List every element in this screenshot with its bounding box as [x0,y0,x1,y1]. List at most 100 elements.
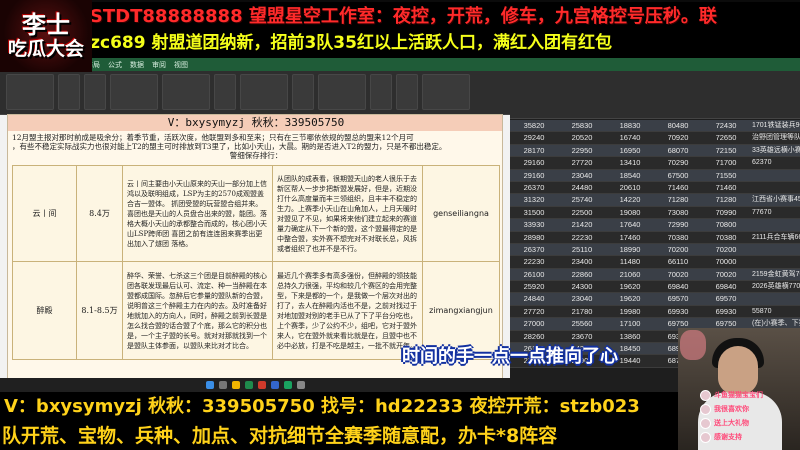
copy-button[interactable] [84,74,106,110]
grid-cell[interactable]: 21780 [558,306,606,317]
grid-cell[interactable]: 70920 [654,132,702,143]
menu-view[interactable]: 视图 [174,60,188,70]
number-group[interactable] [240,74,288,110]
grid-cell[interactable]: 33英雄远横小赛李关 [750,145,800,156]
grid-cell[interactable]: 62370 [750,157,800,168]
grid-cell[interactable]: 80480 [654,120,702,131]
settings-icon[interactable] [296,381,305,389]
grid-cell[interactable]: 31500 [510,207,558,218]
grid-cell[interactable]: 71460 [702,182,750,193]
grid-cell[interactable]: 68070 [654,145,702,156]
grid-cell[interactable]: 14220 [606,194,654,205]
grid-cell[interactable]: 16740 [606,132,654,143]
grid-cell[interactable]: 24840 [510,293,558,304]
cut-button[interactable] [58,74,80,110]
grid-cell[interactable]: 71550 [702,170,750,181]
grid-cell[interactable]: 70200 [654,244,702,255]
delete-button[interactable] [396,74,418,110]
grid-cell[interactable]: 11480 [606,256,654,267]
excel-icon[interactable] [244,381,253,389]
grid-cell[interactable]: 19080 [606,207,654,218]
grid-cell[interactable]: 20520 [558,132,606,143]
grid-cell[interactable]: 治野团管理等队的6 [750,132,800,143]
browser-icon[interactable] [270,381,279,389]
grid-cell[interactable]: 2026英雄横7706 [750,281,800,292]
menu-review[interactable]: 审阅 [152,60,166,70]
grid-cell[interactable]: 71460 [654,182,702,193]
styles-group[interactable] [318,74,366,110]
editing-group[interactable] [422,74,470,110]
grid-cell[interactable]: 20610 [606,182,654,193]
grid-cell[interactable]: 22230 [510,256,558,267]
grid-cell[interactable]: 21420 [558,219,606,230]
grid-cell[interactable]: 29160 [510,170,558,181]
grid-cell[interactable]: 17100 [606,318,654,329]
grid-cell[interactable]: 77670 [750,207,800,218]
grid-cell[interactable]: 35820 [510,120,558,131]
grid-cell[interactable]: 28980 [510,232,558,243]
grid-cell[interactable]: 70020 [654,269,702,280]
grid-cell[interactable]: 19620 [606,293,654,304]
grid-cell[interactable]: 21060 [606,269,654,280]
grid-cell[interactable]: 16950 [606,145,654,156]
grid-cell[interactable]: 69570 [702,293,750,304]
grid-cell[interactable]: 28170 [510,145,558,156]
align-group[interactable] [162,74,210,110]
grid-cell[interactable]: 71280 [654,194,702,205]
grid-cell[interactable]: 70380 [702,232,750,243]
grid-cell[interactable]: 江西省小赛事4505 [750,194,800,205]
grid-cell[interactable] [750,293,800,304]
grid-cell[interactable]: 18990 [606,244,654,255]
grid-cell[interactable]: 70380 [654,232,702,243]
explorer-icon[interactable] [231,381,240,389]
grid-cell[interactable]: 70290 [654,157,702,168]
format-button[interactable] [292,74,314,110]
grid-cell[interactable]: 23040 [558,170,606,181]
grid-cell[interactable]: 27720 [510,306,558,317]
grid-cell[interactable]: 31320 [510,194,558,205]
grid-cell[interactable]: 69570 [654,293,702,304]
grid-cell[interactable]: 25830 [558,120,606,131]
grid-cell[interactable]: 70200 [702,244,750,255]
grid-cell[interactable]: 25110 [558,244,606,255]
grid-cell[interactable]: 72430 [702,120,750,131]
grid-cell[interactable]: 25560 [558,318,606,329]
grid-cell[interactable]: 17460 [606,232,654,243]
grid-cell[interactable]: 70800 [702,219,750,230]
grid-cell[interactable]: 25740 [558,194,606,205]
grid-cell[interactable]: 25920 [510,281,558,292]
grid-cell[interactable]: 69840 [654,281,702,292]
grid-cell[interactable]: 70990 [702,207,750,218]
grid-cell[interactable]: 55870 [750,306,800,317]
grid-cell[interactable]: 72150 [702,145,750,156]
grid-cell[interactable]: 2159金虹黄驾7605 [750,269,800,280]
menu-data[interactable]: 数据 [130,60,144,70]
grid-cell[interactable]: 72650 [702,132,750,143]
grid-cell[interactable]: 23040 [558,293,606,304]
grid-cell[interactable] [750,256,800,267]
grid-cell[interactable]: 66110 [654,256,702,267]
grid-cell[interactable]: 69930 [654,306,702,317]
grid-cell[interactable]: 28260 [510,331,558,342]
grid-cell[interactable]: 19980 [606,306,654,317]
grid-cell[interactable]: 71700 [702,157,750,168]
grid-cell[interactable]: 29240 [510,132,558,143]
font-group[interactable] [110,74,158,110]
chat-icon[interactable] [283,381,292,389]
grid-cell[interactable]: 69840 [702,281,750,292]
paste-button[interactable] [6,74,54,110]
grid-cell[interactable]: 22950 [558,145,606,156]
grid-cell[interactable]: 17640 [606,219,654,230]
grid-cell[interactable] [750,219,800,230]
grid-cell[interactable]: 18540 [606,170,654,181]
insert-button[interactable] [370,74,392,110]
search-icon[interactable] [218,381,227,389]
menu-formula[interactable]: 公式 [108,60,122,70]
grid-cell[interactable]: 33930 [510,219,558,230]
grid-cell[interactable]: 1701铁锰装兵96391 [750,120,800,131]
app-icon[interactable] [257,381,266,389]
grid-cell[interactable]: 18830 [606,120,654,131]
grid-cell[interactable]: 73080 [654,207,702,218]
start-icon[interactable] [205,381,214,389]
grid-cell[interactable]: 24300 [558,281,606,292]
